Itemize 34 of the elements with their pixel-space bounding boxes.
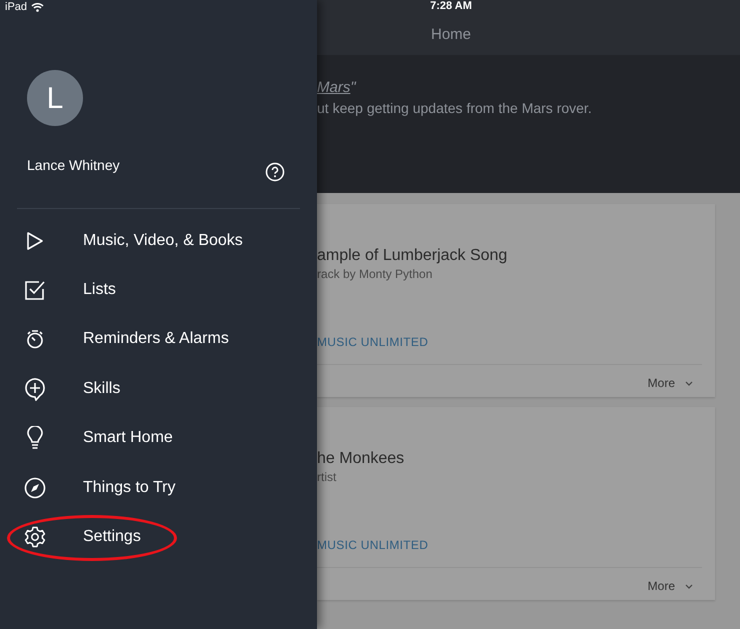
checkbox-icon	[24, 279, 46, 302]
service-tag: MUSIC UNLIMITED	[317, 537, 715, 553]
quote-mark: "	[350, 79, 356, 96]
card-subtitle: rack by Monty Python	[317, 266, 434, 282]
menu-item[interactable]: Settings	[83, 525, 141, 550]
chevron-down-icon	[685, 380, 693, 386]
banner-text: ut keep getting updates from the Mars rover.	[317, 99, 593, 118]
settings-icon	[24, 526, 46, 548]
user-name: Lance Whitney	[27, 156, 120, 175]
banner-link[interactable]: Mars	[317, 79, 350, 96]
compass-icon	[24, 476, 46, 499]
menu-item[interactable]: Smart Home	[83, 426, 173, 450]
status-time: 7:28 AM	[430, 0, 472, 12]
device-name: iPad	[5, 2, 28, 12]
menu-item[interactable]: Music, Video, & Books	[83, 228, 243, 253]
chevron-down-icon	[685, 584, 693, 588]
card-title: he Monkees	[317, 449, 406, 469]
help-icon[interactable]	[265, 162, 285, 182]
more-button[interactable]: More	[648, 374, 675, 392]
service-tag: MUSIC UNLIMITED	[317, 334, 715, 350]
avatar: L	[27, 70, 83, 126]
menu-item[interactable]: Skills	[83, 376, 120, 401]
plus-bubble-icon	[24, 376, 46, 401]
stopwatch-icon	[24, 329, 44, 350]
header-title: Home	[430, 25, 471, 45]
wifi-icon	[31, 2, 44, 12]
more-button[interactable]: More	[648, 577, 675, 595]
card-title: ample of Lumberjack Song	[317, 246, 508, 266]
menu-item[interactable]: Things to Try	[83, 476, 176, 500]
menu-item[interactable]: Lists	[83, 278, 116, 302]
menu-item[interactable]: Reminders & Alarms	[83, 327, 229, 352]
play-icon	[26, 230, 44, 251]
lightbulb-icon	[26, 426, 42, 450]
card-subtitle: rtist	[317, 469, 338, 485]
